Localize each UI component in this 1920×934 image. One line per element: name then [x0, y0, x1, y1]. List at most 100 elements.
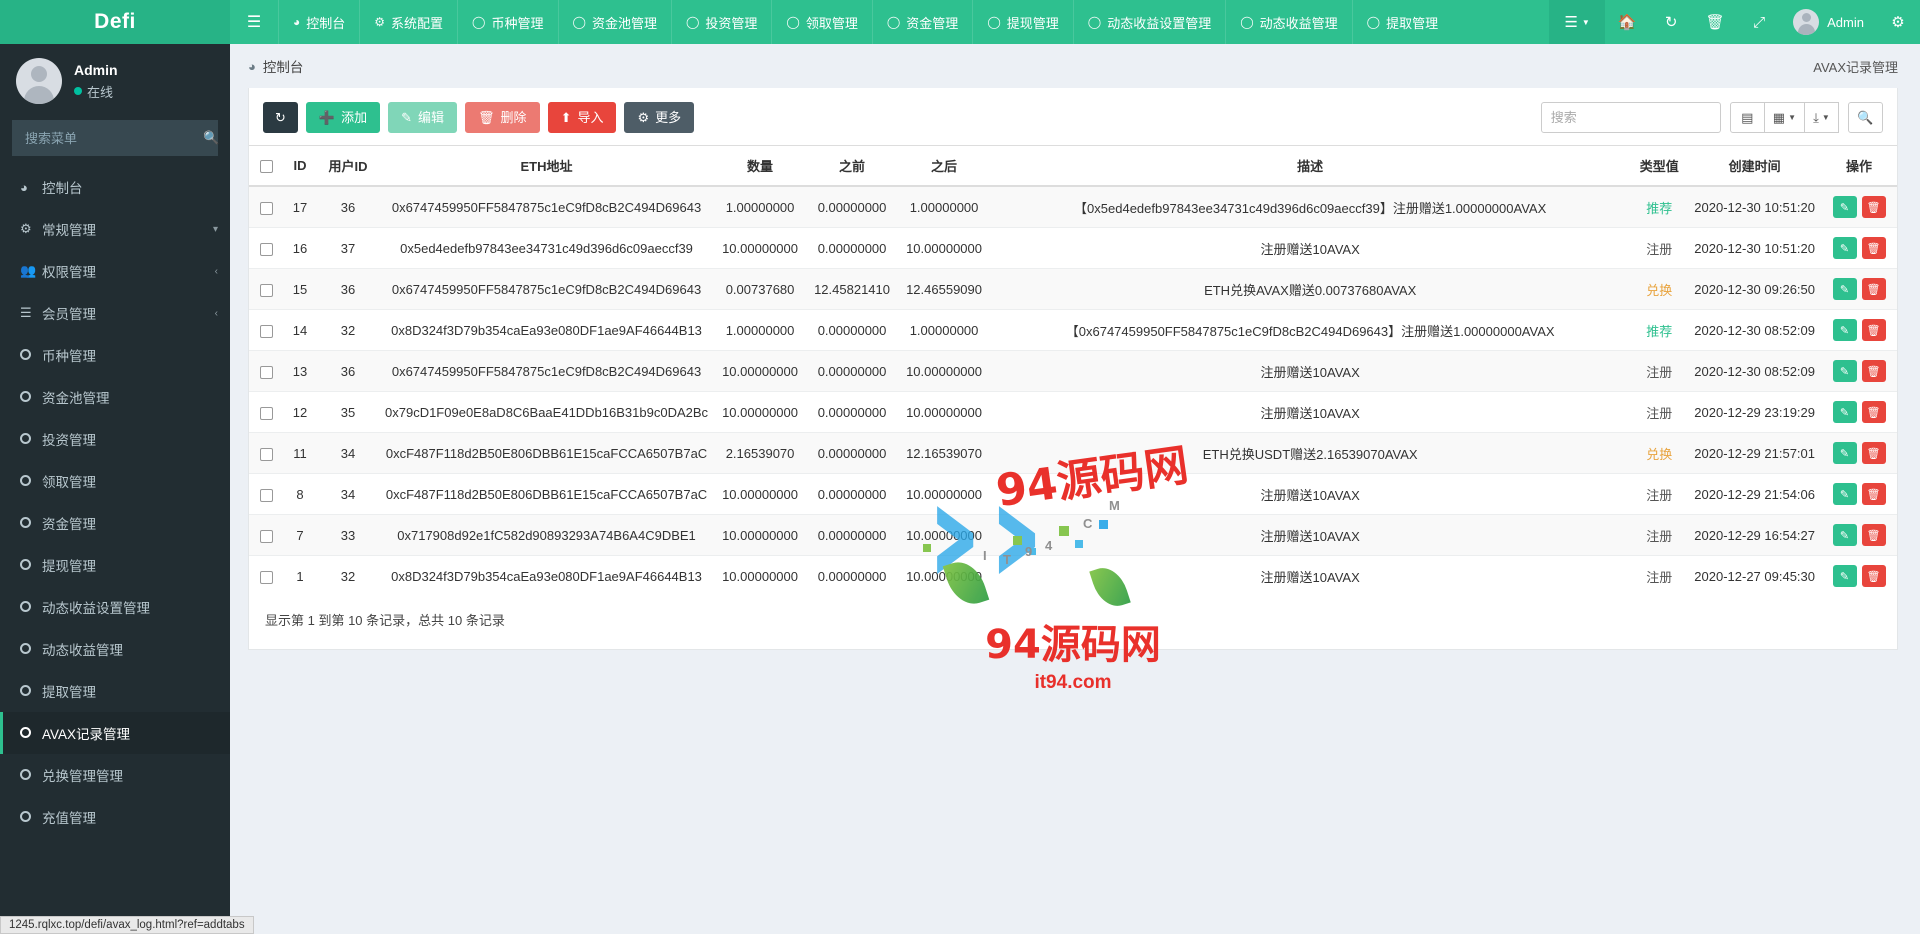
top-nav-item-1[interactable]: ⚙ 系统配置 — [359, 0, 457, 44]
sidebar-toggle-button[interactable]: ☰ — [230, 0, 278, 44]
row-checkbox[interactable] — [259, 201, 273, 215]
header-after[interactable]: 之后 — [898, 145, 991, 187]
search-icon[interactable]: 🔍 — [1848, 102, 1883, 133]
row-delete-button[interactable]: 🗑 — [1861, 360, 1886, 382]
header-id[interactable]: ID — [283, 145, 317, 187]
add-button[interactable]: ➕ 添加 — [305, 102, 381, 133]
row-delete-button[interactable]: 🗑 — [1861, 442, 1886, 464]
table-row[interactable]: 16 37 0x5ed4edefb97843ee34731c49d396d6c09a… — [249, 227, 1897, 269]
search-icon[interactable]: 🔍 — [203, 130, 219, 146]
row-checkbox[interactable] — [259, 365, 273, 379]
sidebar-item-1[interactable]: ⚙ 常规管理 ▾ — [0, 208, 230, 250]
refresh-button[interactable]: ↻ — [263, 102, 298, 133]
sidebar-item-3[interactable]: ☰ 会员管理 ‹ — [0, 292, 230, 334]
nav-user-menu[interactable]: Admin — [1781, 0, 1876, 44]
sidebar-item-13[interactable]: AVAX记录管理 — [0, 712, 230, 754]
sidebar-item-0[interactable]: ◕ 控制台 — [0, 166, 230, 208]
top-nav-item-7[interactable]: ◯ 提现管理 — [972, 0, 1072, 44]
row-checkbox-cell[interactable] — [249, 227, 283, 269]
table-row[interactable]: 1 32 0x8D324f3D79b354caEa93e080DF1ae9AF466… — [249, 555, 1897, 596]
select-all-checkbox[interactable] — [259, 160, 273, 174]
row-checkbox[interactable] — [259, 447, 273, 461]
table-row[interactable]: 17 36 0x6747459950FF5847875c1eC9fD8cB2C494… — [249, 185, 1897, 228]
import-button[interactable]: ⬆ 导入 — [547, 102, 617, 133]
row-edit-button[interactable]: ✎ — [1832, 278, 1857, 300]
header-description[interactable]: 描述 — [990, 145, 1631, 187]
top-nav-item-9[interactable]: ◯ 动态收益管理 — [1225, 0, 1351, 44]
nav-fullscreen-button[interactable]: ⤢ — [1737, 0, 1781, 44]
row-checkbox-cell[interactable] — [249, 185, 283, 228]
row-edit-button[interactable]: ✎ — [1832, 524, 1857, 546]
header-created-time[interactable]: 创建时间 — [1688, 145, 1821, 187]
sidebar-item-15[interactable]: 充值管理 — [0, 796, 230, 838]
row-delete-button[interactable]: 🗑 — [1861, 196, 1886, 218]
header-before[interactable]: 之前 — [806, 145, 899, 187]
row-checkbox-cell[interactable] — [249, 268, 283, 310]
row-checkbox[interactable] — [259, 283, 273, 297]
row-delete-button[interactable]: 🗑 — [1861, 524, 1886, 546]
row-delete-button[interactable]: 🗑 — [1861, 237, 1886, 259]
sidebar-item-10[interactable]: 动态收益设置管理 — [0, 586, 230, 628]
row-checkbox[interactable] — [259, 324, 273, 338]
table-row[interactable]: 7 33 0x717908d92e1fC582d90893293A74B6A4C9D… — [249, 514, 1897, 556]
row-edit-button[interactable]: ✎ — [1832, 401, 1857, 423]
table-row[interactable]: 8 34 0xcF487F118d2B50E806DBB61E15caFCCA650… — [249, 473, 1897, 515]
nav-list-menu-button[interactable]: ☰ ▼ — [1549, 0, 1606, 44]
row-checkbox[interactable] — [259, 529, 273, 543]
header-select-all[interactable] — [249, 145, 283, 187]
row-delete-button[interactable]: 🗑 — [1861, 565, 1886, 587]
top-nav-item-8[interactable]: ◯ 动态收益设置管理 — [1072, 0, 1225, 44]
sidebar-search[interactable]: 🔍 — [12, 120, 219, 156]
sidebar-item-2[interactable]: 👥 权限管理 ‹ — [0, 250, 230, 292]
header-user-id[interactable]: 用户ID — [317, 145, 379, 187]
top-nav-item-5[interactable]: ◯ 领取管理 — [771, 0, 871, 44]
sidebar-item-7[interactable]: 领取管理 — [0, 460, 230, 502]
row-delete-button[interactable]: 🗑 — [1861, 483, 1886, 505]
table-row[interactable]: 12 35 0x79cD1F09e0E8aD8C6BaaE41DDb16B31b9c… — [249, 391, 1897, 433]
sidebar-search-input[interactable] — [23, 129, 203, 147]
brand-logo[interactable]: Defi — [0, 0, 230, 44]
table-row[interactable]: 15 36 0x6747459950FF5847875c1eC9fD8cB2C494… — [249, 268, 1897, 310]
delete-button[interactable]: 🗑 删除 — [465, 102, 540, 133]
header-type[interactable]: 类型值 — [1630, 145, 1689, 187]
sidebar-item-6[interactable]: 投资管理 — [0, 418, 230, 460]
row-edit-button[interactable]: ✎ — [1832, 565, 1857, 587]
row-checkbox[interactable] — [259, 488, 273, 502]
row-checkbox-cell[interactable] — [249, 432, 283, 474]
row-delete-button[interactable]: 🗑 — [1861, 278, 1886, 300]
row-edit-button[interactable]: ✎ — [1832, 196, 1857, 218]
sidebar-item-11[interactable]: 动态收益管理 — [0, 628, 230, 670]
sidebar-item-12[interactable]: 提取管理 — [0, 670, 230, 712]
sidebar-item-14[interactable]: 兑换管理管理 — [0, 754, 230, 796]
top-nav-item-0[interactable]: ◕ 控制台 — [278, 0, 359, 44]
row-delete-button[interactable]: 🗑 — [1861, 401, 1886, 423]
top-nav-item-4[interactable]: ◯ 投资管理 — [670, 0, 771, 44]
sidebar-item-8[interactable]: 资金管理 — [0, 502, 230, 544]
nav-home-button[interactable]: 🏠 — [1605, 0, 1649, 44]
top-nav-item-6[interactable]: ◯ 资金管理 — [871, 0, 972, 44]
edit-button[interactable]: ✎ 编辑 — [388, 102, 458, 133]
header-eth-address[interactable]: ETH地址 — [379, 145, 715, 187]
row-edit-button[interactable]: ✎ — [1832, 360, 1857, 382]
row-checkbox-cell[interactable] — [249, 514, 283, 556]
more-button[interactable]: ⚙ 更多 — [624, 102, 695, 133]
row-checkbox-cell[interactable] — [249, 309, 283, 351]
row-checkbox[interactable] — [259, 406, 273, 420]
row-edit-button[interactable]: ✎ — [1832, 237, 1857, 259]
grid-view-icon[interactable]: ▦ ▼ — [1763, 102, 1805, 133]
top-nav-item-3[interactable]: ◯ 资金池管理 — [557, 0, 671, 44]
export-icon[interactable]: ⤓ ▼ — [1804, 102, 1839, 133]
nav-trash-button[interactable]: 🗑 — [1693, 0, 1737, 44]
table-row[interactable]: 13 36 0x6747459950FF5847875c1eC9fD8cB2C494… — [249, 350, 1897, 392]
sidebar-item-5[interactable]: 资金池管理 — [0, 376, 230, 418]
sidebar-item-4[interactable]: 币种管理 — [0, 334, 230, 376]
row-edit-button[interactable]: ✎ — [1832, 442, 1857, 464]
row-checkbox-cell[interactable] — [249, 555, 283, 596]
top-nav-item-2[interactable]: ◯ 币种管理 — [457, 0, 557, 44]
row-checkbox-cell[interactable] — [249, 391, 283, 433]
row-edit-button[interactable]: ✎ — [1832, 483, 1857, 505]
sidebar-item-9[interactable]: 提现管理 — [0, 544, 230, 586]
search-input[interactable] — [1540, 102, 1721, 133]
header-amount[interactable]: 数量 — [714, 145, 807, 187]
row-checkbox-cell[interactable] — [249, 350, 283, 392]
